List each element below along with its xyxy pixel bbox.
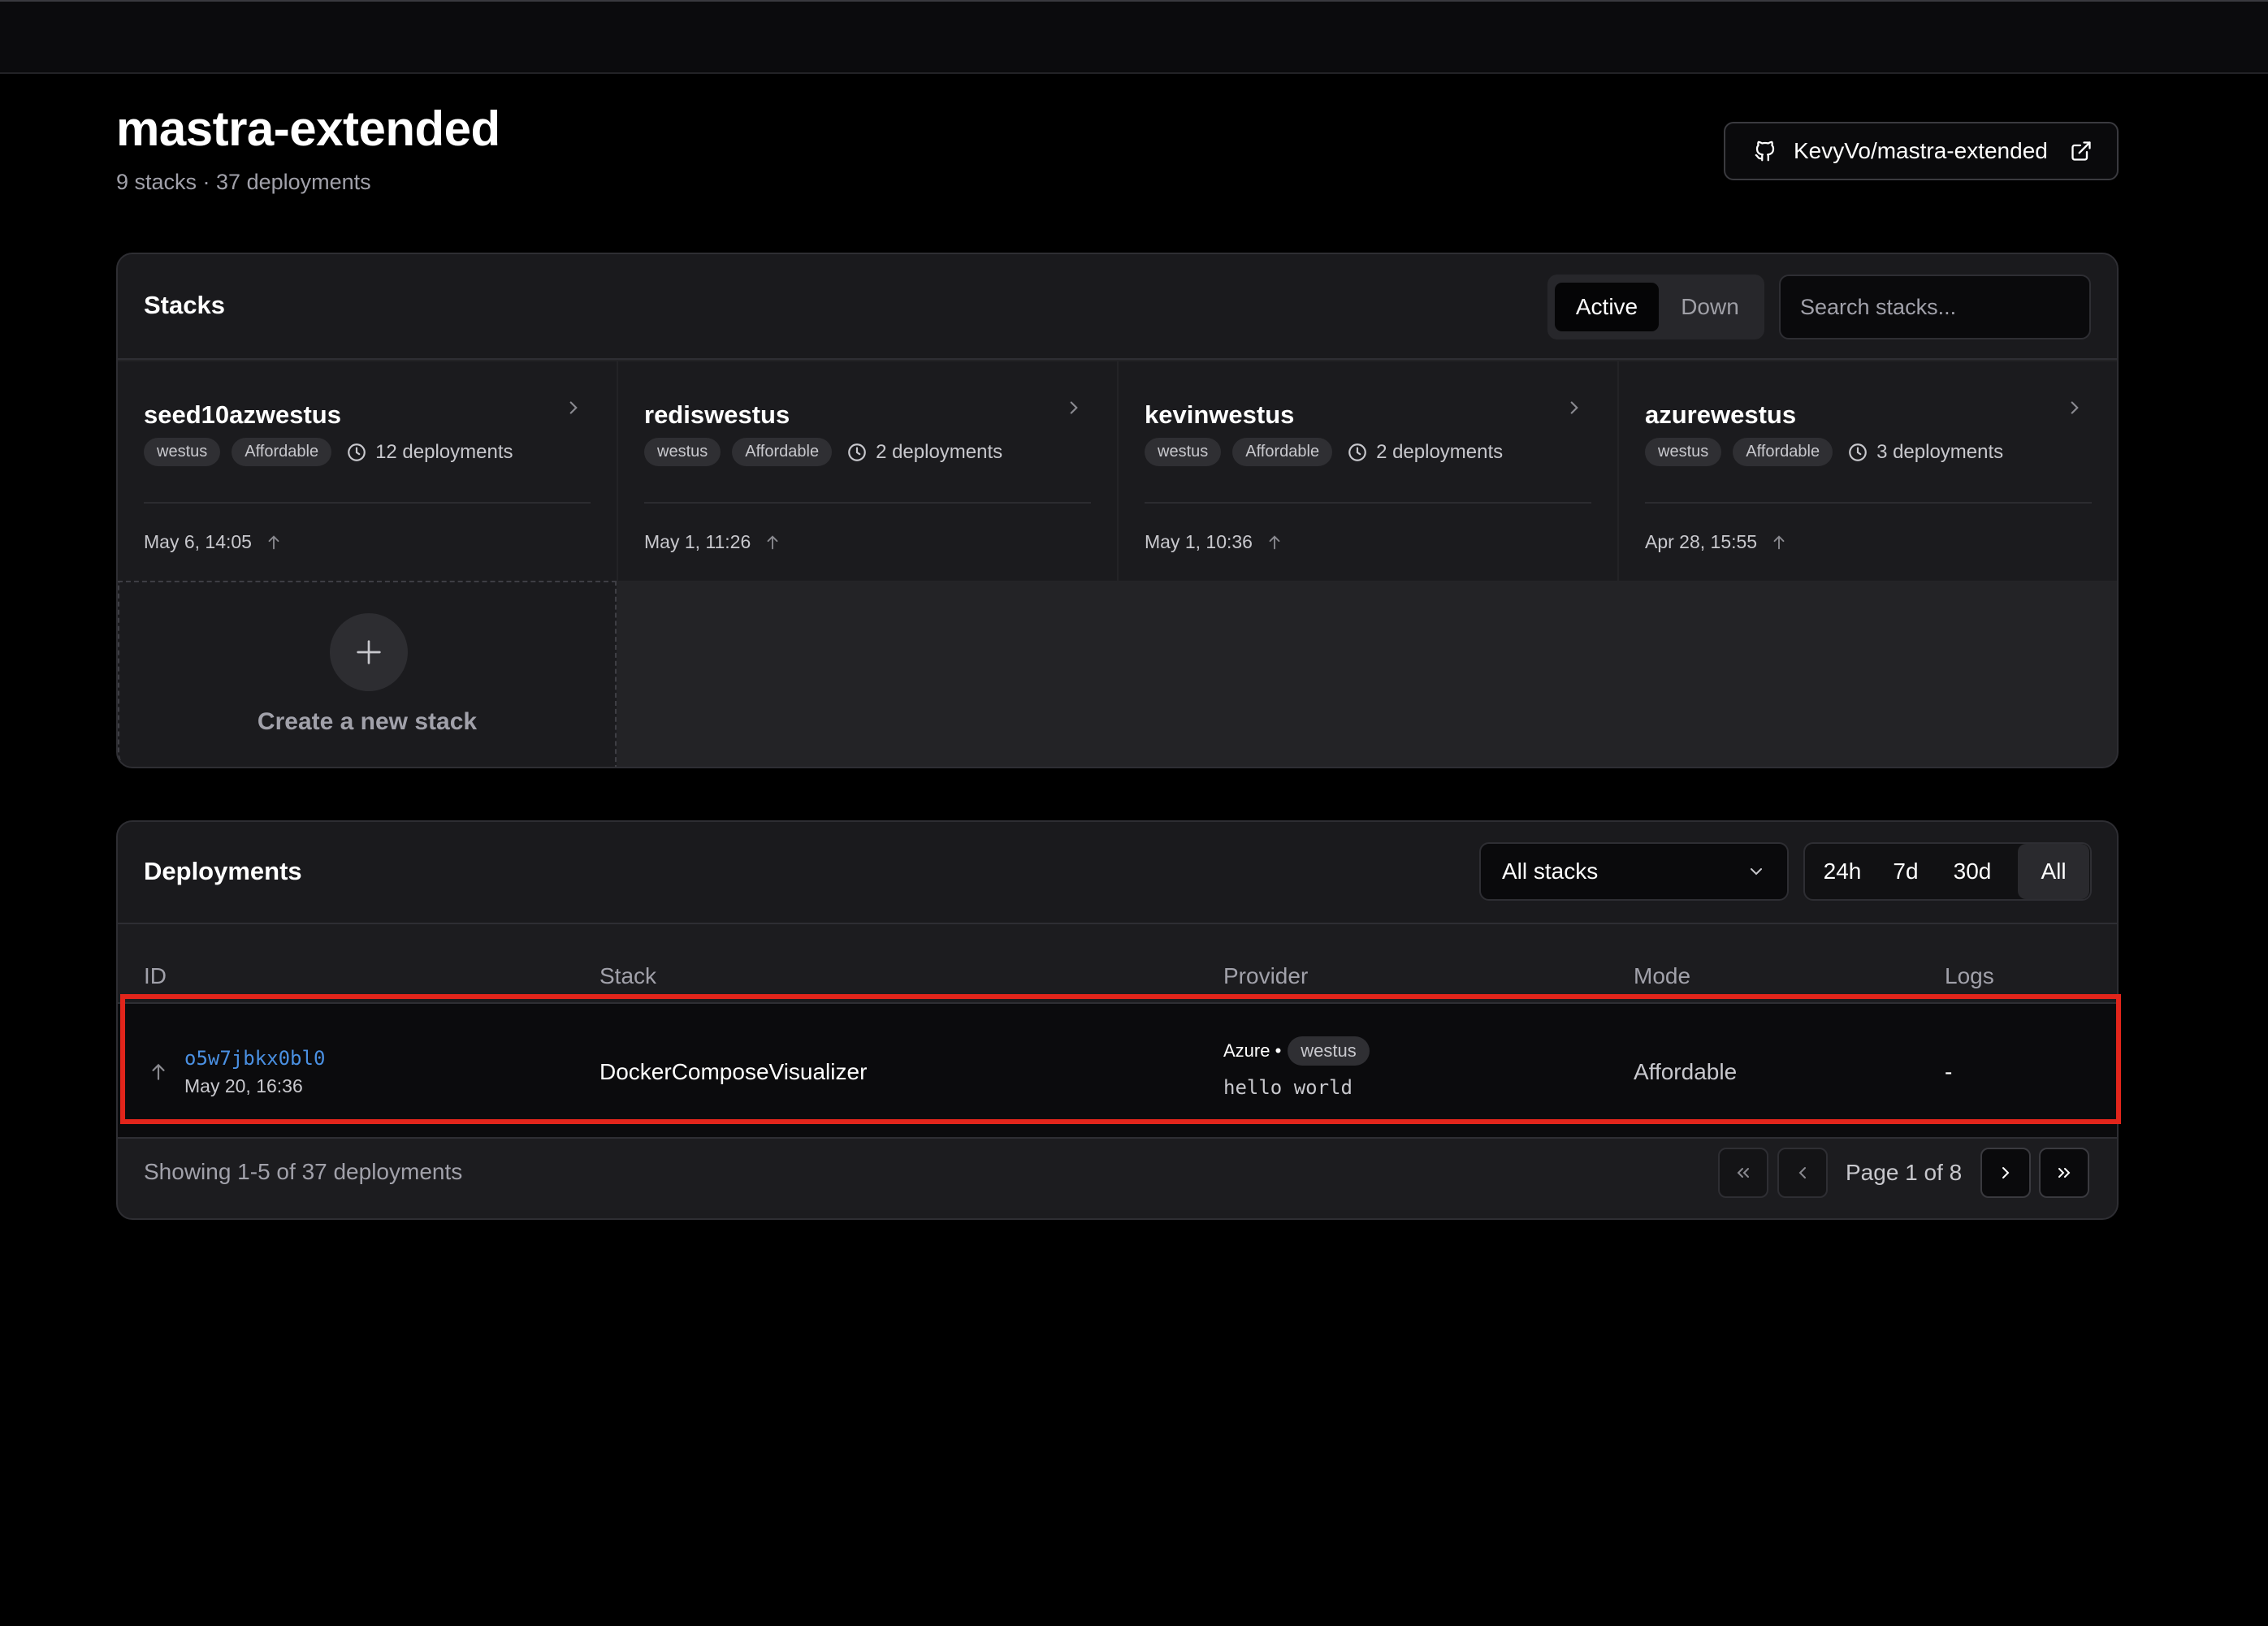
last-page-button[interactable]	[2039, 1148, 2089, 1198]
create-stack-card[interactable]: Create a new stack	[118, 581, 617, 767]
arrow-up-icon	[1770, 534, 1788, 551]
range-24h-button[interactable]: 24h	[1813, 844, 1872, 899]
table-row[interactable]: o5w7jbkx0bl0 May 20, 16:36 DockerCompose…	[118, 1004, 2117, 1137]
previous-page-button[interactable]	[1777, 1148, 1828, 1198]
region-badge: westus	[644, 438, 721, 466]
tier-badge: Affordable	[1733, 438, 1833, 466]
stack-card[interactable]: seed10azwestus westus Affordable 12 depl…	[118, 361, 617, 581]
search-stacks-input[interactable]: Search stacks...	[1779, 275, 2091, 339]
clock-icon	[846, 442, 868, 463]
stack-card[interactable]: rediswestus westus Affordable 2 deployme…	[618, 361, 1117, 581]
github-icon	[1753, 139, 1777, 163]
first-page-button[interactable]	[1718, 1148, 1768, 1198]
stack-filter-value: All stacks	[1502, 858, 1599, 884]
provider-name: Azure •	[1223, 1040, 1282, 1061]
stack-name: kevinwestus	[1145, 400, 1295, 429]
card-divider	[644, 502, 1091, 504]
last-updated: Apr 28, 15:55	[1645, 531, 1758, 552]
chevron-right-icon	[1063, 397, 1084, 418]
project-summary: 9 stacks · 37 deployments	[116, 170, 371, 194]
arrow-up-icon	[148, 1062, 169, 1083]
stacks-title: Stacks	[144, 291, 225, 319]
stack-name: seed10azwestus	[144, 400, 341, 429]
external-link-icon	[2070, 140, 2093, 162]
range-30d-button[interactable]: 30d	[1940, 844, 2005, 899]
pagination-summary: Showing 1-5 of 37 deployments	[144, 1159, 463, 1184]
stack-card[interactable]: kevinwestus westus Affordable 2 deployme…	[1119, 361, 1617, 581]
stack-card[interactable]: azurewestus westus Affordable 3 deployme…	[1619, 361, 2117, 581]
top-bar	[0, 0, 2268, 74]
deployments-panel: Deployments All stacks 24h 7d 30d All ID…	[116, 820, 2119, 1220]
chevron-right-icon	[1564, 397, 1585, 418]
deployment-date: May 20, 16:36	[184, 1075, 303, 1096]
card-divider	[144, 502, 591, 504]
range-7d-button[interactable]: 7d	[1881, 844, 1930, 899]
repo-link-button[interactable]: KevyVo/mastra-extended	[1724, 122, 2119, 180]
tier-badge: Affordable	[732, 438, 833, 466]
deployment-stack: DockerComposeVisualizer	[599, 1059, 868, 1084]
next-page-button[interactable]	[1980, 1148, 2031, 1198]
deployments-title: Deployments	[144, 857, 302, 885]
card-divider	[1645, 502, 2092, 504]
clock-icon	[1847, 442, 1868, 463]
stacks-panel: Stacks Active Down Search stacks... seed…	[116, 253, 2119, 768]
page-title: mastra-extended	[116, 102, 500, 156]
deployment-count: 3 deployments	[1876, 440, 2004, 463]
deployment-count: 2 deployments	[876, 440, 1003, 463]
range-all-button[interactable]: All	[2018, 844, 2089, 899]
region-badge: westus	[1288, 1036, 1370, 1066]
plus-icon	[330, 613, 408, 691]
clock-icon	[1347, 442, 1368, 463]
deployment-count: 2 deployments	[1376, 440, 1504, 463]
tier-badge: Affordable	[232, 438, 332, 466]
repo-link-label: KevyVo/mastra-extended	[1794, 138, 2048, 163]
chevrons-right-icon	[2054, 1163, 2074, 1183]
create-stack-label: Create a new stack	[257, 708, 478, 735]
arrow-up-icon	[764, 534, 781, 551]
last-updated: May 1, 10:36	[1145, 531, 1253, 552]
filter-active-button[interactable]: Active	[1555, 283, 1659, 331]
chevron-right-icon	[563, 397, 584, 418]
row-divider	[118, 1137, 2117, 1139]
stack-filter-select[interactable]: All stacks	[1479, 842, 1789, 901]
chevron-right-icon	[1996, 1163, 2015, 1183]
arrow-up-icon	[1266, 534, 1283, 551]
stack-name: azurewestus	[1645, 400, 1797, 429]
stack-name: rediswestus	[644, 400, 790, 429]
region-badge: westus	[144, 438, 221, 466]
deployments-header: Deployments All stacks 24h 7d 30d All	[118, 822, 2117, 924]
deployment-logs: -	[1945, 1059, 1953, 1084]
stacks-header: Stacks Active Down Search stacks...	[118, 254, 2117, 360]
region-badge: westus	[1145, 438, 1222, 466]
time-range-selector: 24h 7d 30d All	[1803, 842, 2092, 901]
filter-down-button[interactable]: Down	[1661, 283, 1759, 331]
deployment-mode: Affordable	[1634, 1059, 1738, 1084]
arrow-up-icon	[265, 534, 283, 551]
chevron-down-icon	[1746, 862, 1766, 881]
page-indicator: Page 1 of 8	[1846, 1160, 1963, 1185]
tier-badge: Affordable	[1232, 438, 1333, 466]
chevron-right-icon	[2064, 397, 2085, 418]
region-badge: westus	[1645, 438, 1722, 466]
stack-status-toggle: Active Down	[1547, 275, 1764, 339]
last-updated: May 1, 11:26	[644, 531, 751, 552]
provider-cell: Azure • westus	[1223, 1036, 1370, 1066]
deployment-count: 12 deployments	[375, 440, 513, 463]
chevrons-left-icon	[1733, 1163, 1753, 1183]
provider-description: hello world	[1223, 1076, 1353, 1099]
deployment-id-link[interactable]: o5w7jbkx0bl0	[184, 1047, 325, 1070]
card-divider	[1145, 502, 1591, 504]
last-updated: May 6, 14:05	[144, 531, 252, 552]
clock-icon	[346, 442, 367, 463]
chevron-left-icon	[1793, 1163, 1812, 1183]
